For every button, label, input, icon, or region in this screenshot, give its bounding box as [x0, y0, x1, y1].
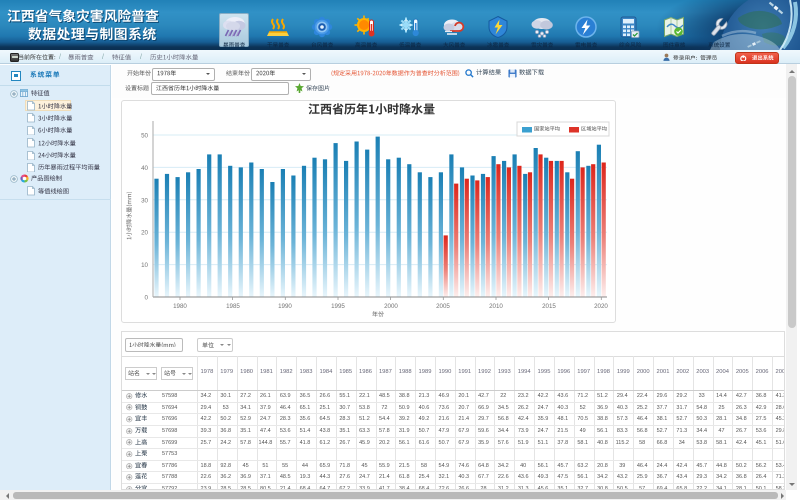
- svg-text:2005: 2005: [436, 303, 450, 310]
- svg-text:0: 0: [145, 295, 149, 302]
- svg-text:2010: 2010: [489, 303, 503, 310]
- svg-text:1985: 1985: [226, 303, 240, 310]
- svg-text:40: 40: [141, 165, 148, 172]
- svg-text:30: 30: [141, 197, 148, 204]
- svg-text:1995: 1995: [331, 303, 345, 310]
- svg-text:2020: 2020: [594, 303, 608, 310]
- svg-text:20: 20: [141, 230, 148, 237]
- svg-text:10: 10: [141, 262, 148, 269]
- svg-text:50: 50: [141, 133, 148, 140]
- svg-text:1980: 1980: [173, 303, 187, 310]
- svg-text:2015: 2015: [542, 303, 556, 310]
- svg-text:2000: 2000: [384, 303, 398, 310]
- svg-text:1990: 1990: [278, 303, 292, 310]
